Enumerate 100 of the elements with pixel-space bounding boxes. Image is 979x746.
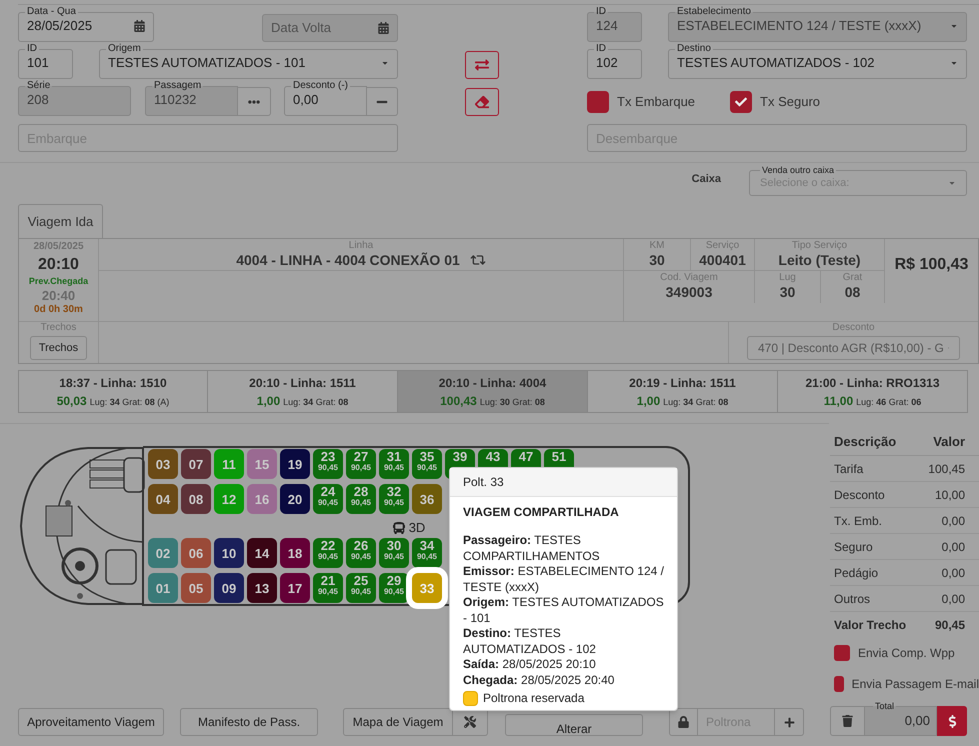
total-field[interactable]: Total 0,00 (865, 701, 937, 736)
trip-option[interactable]: 20:10 - Linha: 4004 100,43 Lug: 30 Grat: 08 (398, 370, 588, 413)
seat[interactable]: 26 90,45 (346, 538, 376, 568)
seat[interactable]: 01 (148, 573, 178, 603)
summary-header: Valor (933, 432, 965, 451)
seat[interactable]: 15 (247, 449, 277, 479)
trip-option[interactable]: 21:00 - Linha: RRO1313 11,00 Lug: 46 Grat: 06 (778, 370, 968, 413)
add-button[interactable] (775, 708, 804, 736)
check-icon (735, 96, 748, 108)
seat[interactable]: 22 90,45 (313, 538, 343, 568)
calendar-icon (134, 20, 145, 32)
aproveitamento-button[interactable]: Aproveitamento Viagem (18, 708, 164, 736)
seat[interactable]: 30 90,45 (379, 538, 409, 568)
summary-label: Tx. Emb. (834, 512, 882, 530)
input-field[interactable]: Destino TESTES AUTOMATIZADOS - 102 (668, 44, 967, 79)
summary-value: 0,00 (942, 512, 965, 530)
summary-value: 10,00 (934, 486, 965, 504)
seat[interactable]: 28 90,45 (346, 484, 376, 514)
trip-option-details: Lug: 30 Grat: 08 (480, 396, 545, 409)
tooltip-line: Chegada: 28/05/2025 20:40 (463, 672, 616, 688)
discount-select[interactable]: 470 | Desconto AGR (R$10,00) - G (747, 336, 960, 360)
seat[interactable]: 02 (148, 538, 178, 568)
column-value: 30 (649, 252, 665, 268)
input-field[interactable]: Origem TESTES AUTOMATIZADOS - 101 (99, 44, 398, 79)
tooltip-line: Emissor: ESTABELECIMENTO 124 / TESTE (xxxX) (463, 564, 664, 595)
alterar-button[interactable]: Alterar (505, 714, 643, 736)
checkbox[interactable] (587, 90, 609, 112)
trip-option-details: Lug: 34 Grat: 08 (A) (90, 396, 170, 409)
checkbox[interactable] (834, 645, 850, 661)
seat[interactable]: 04 (148, 484, 178, 514)
input-field[interactable]: ID 102 (587, 44, 642, 79)
trip-option[interactable]: 18:37 - Linha: 1510 50,03 Lug: 34 Grat: 08 (A) (18, 370, 208, 413)
pay-button[interactable] (937, 706, 967, 736)
manifesto-button[interactable]: Manifesto de Pass. (180, 708, 318, 736)
seat[interactable]: 07 (181, 449, 211, 479)
seat[interactable]: 20 (280, 484, 310, 514)
trip-option[interactable]: 20:19 - Linha: 1511 1,00 Lug: 34 Grat: 08 (588, 370, 778, 413)
trip-time: 20:10 (38, 257, 79, 273)
seat[interactable]: 08 (181, 484, 211, 514)
plus-icon (784, 716, 794, 728)
mapa-button[interactable]: Mapa de Viagem (343, 708, 453, 736)
more-button[interactable] (238, 87, 271, 116)
seat[interactable]: 19 (280, 449, 310, 479)
field-label: Série (26, 81, 52, 91)
trip-option-title: 18:37 - Linha: 1510 (59, 374, 167, 392)
trip-option-title: 20:19 - Linha: 1511 (629, 374, 736, 392)
summary-value: 0,00 (942, 538, 965, 556)
trip-option-price: 50,03 (56, 392, 87, 410)
summary-label: Pedágio (834, 564, 878, 582)
summary-label: Tarifa (834, 460, 864, 478)
seat[interactable]: 24 90,45 (313, 484, 343, 514)
trechos-button[interactable]: Trechos (30, 336, 88, 360)
field-label: ID (26, 44, 38, 54)
checkbox-label: Tx Embarque (617, 92, 696, 111)
lock-button[interactable] (669, 708, 698, 736)
trip-option[interactable]: 20:10 - Linha: 1511 1,00 Lug: 34 Grat: 08 (208, 370, 398, 413)
trip-option-price: 1,00 (636, 392, 660, 410)
trip-option-details: Lug: 34 Grat: 08 (663, 396, 728, 409)
seat[interactable]: 25 90,45 (346, 573, 376, 603)
summary-total-value: 90,45 (934, 617, 965, 634)
tab[interactable]: Viagem Ida (18, 204, 103, 238)
seat[interactable]: 14 (247, 538, 277, 568)
seat[interactable]: 16 (247, 484, 277, 514)
checkbox[interactable] (834, 676, 844, 692)
input-field[interactable]: Data - Qua 28/05/2025 (18, 7, 154, 42)
seat[interactable]: 21 90,45 (313, 573, 343, 603)
input-field[interactable]: ID 101 (18, 44, 73, 79)
field-label: ID (595, 7, 607, 17)
seat[interactable]: 35 90,45 (412, 449, 442, 479)
bus-icon (392, 522, 405, 534)
seat[interactable]: 31 90,45 (379, 449, 409, 479)
minus-button[interactable] (367, 87, 398, 116)
delete-button[interactable] (830, 706, 865, 736)
seat[interactable]: 18 (280, 538, 310, 568)
seat[interactable]: 17 (280, 573, 310, 603)
seat[interactable]: 13 (247, 573, 277, 603)
field-label: Estabelecimento (676, 7, 752, 17)
field-label: Passagem (153, 81, 202, 91)
seat[interactable]: 23 90,45 (313, 449, 343, 479)
checkbox[interactable] (730, 90, 752, 112)
seat[interactable]: 09 (214, 573, 244, 603)
seat[interactable]: 29 90,45 (379, 573, 409, 603)
trip-option-title: 21:00 - Linha: RRO1313 (805, 374, 940, 392)
seat[interactable]: 03 (148, 449, 178, 479)
trip-option-details: Lug: 46 Grat: 06 (856, 396, 922, 409)
deck-label: 3D (408, 518, 426, 537)
seat[interactable]: 06 (181, 538, 211, 568)
seat[interactable]: 34 90,45 (412, 538, 442, 568)
swap-button[interactable] (465, 51, 499, 79)
seat[interactable]: 27 90,45 (346, 449, 376, 479)
seat[interactable]: 05 (181, 573, 211, 603)
summary-header: Descrição (834, 432, 896, 451)
trip-option-title: 20:10 - Linha: 1511 (249, 374, 356, 392)
input-field[interactable]: Desconto (-) 0,00 (284, 81, 367, 116)
caixa-label: Caixa (692, 172, 721, 186)
seat[interactable]: 10 (214, 538, 244, 568)
eraser-button[interactable] (465, 88, 499, 116)
arrival-time: 20:40 (42, 289, 76, 302)
seat[interactable]: 32 90,45 (379, 484, 409, 514)
seat[interactable]: 36 (412, 484, 442, 514)
